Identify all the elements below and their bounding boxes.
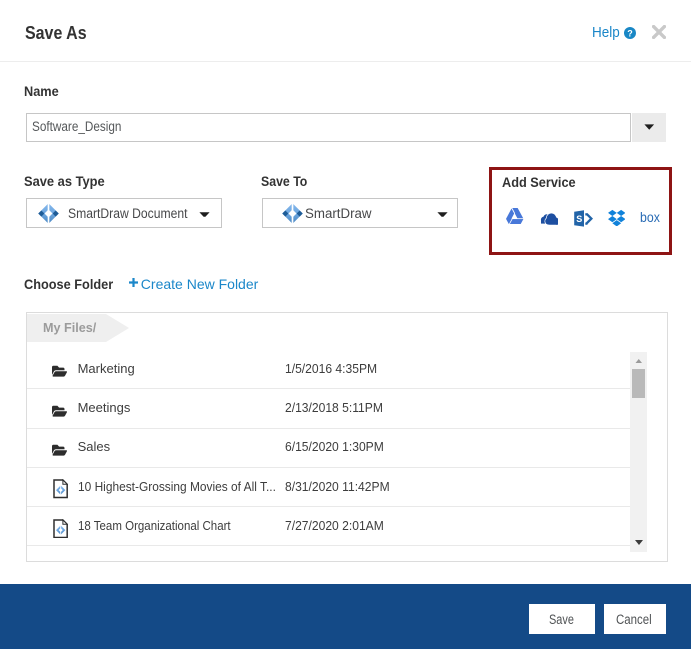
svg-text:?: ?: [627, 28, 633, 38]
svg-text:S: S: [576, 214, 582, 224]
